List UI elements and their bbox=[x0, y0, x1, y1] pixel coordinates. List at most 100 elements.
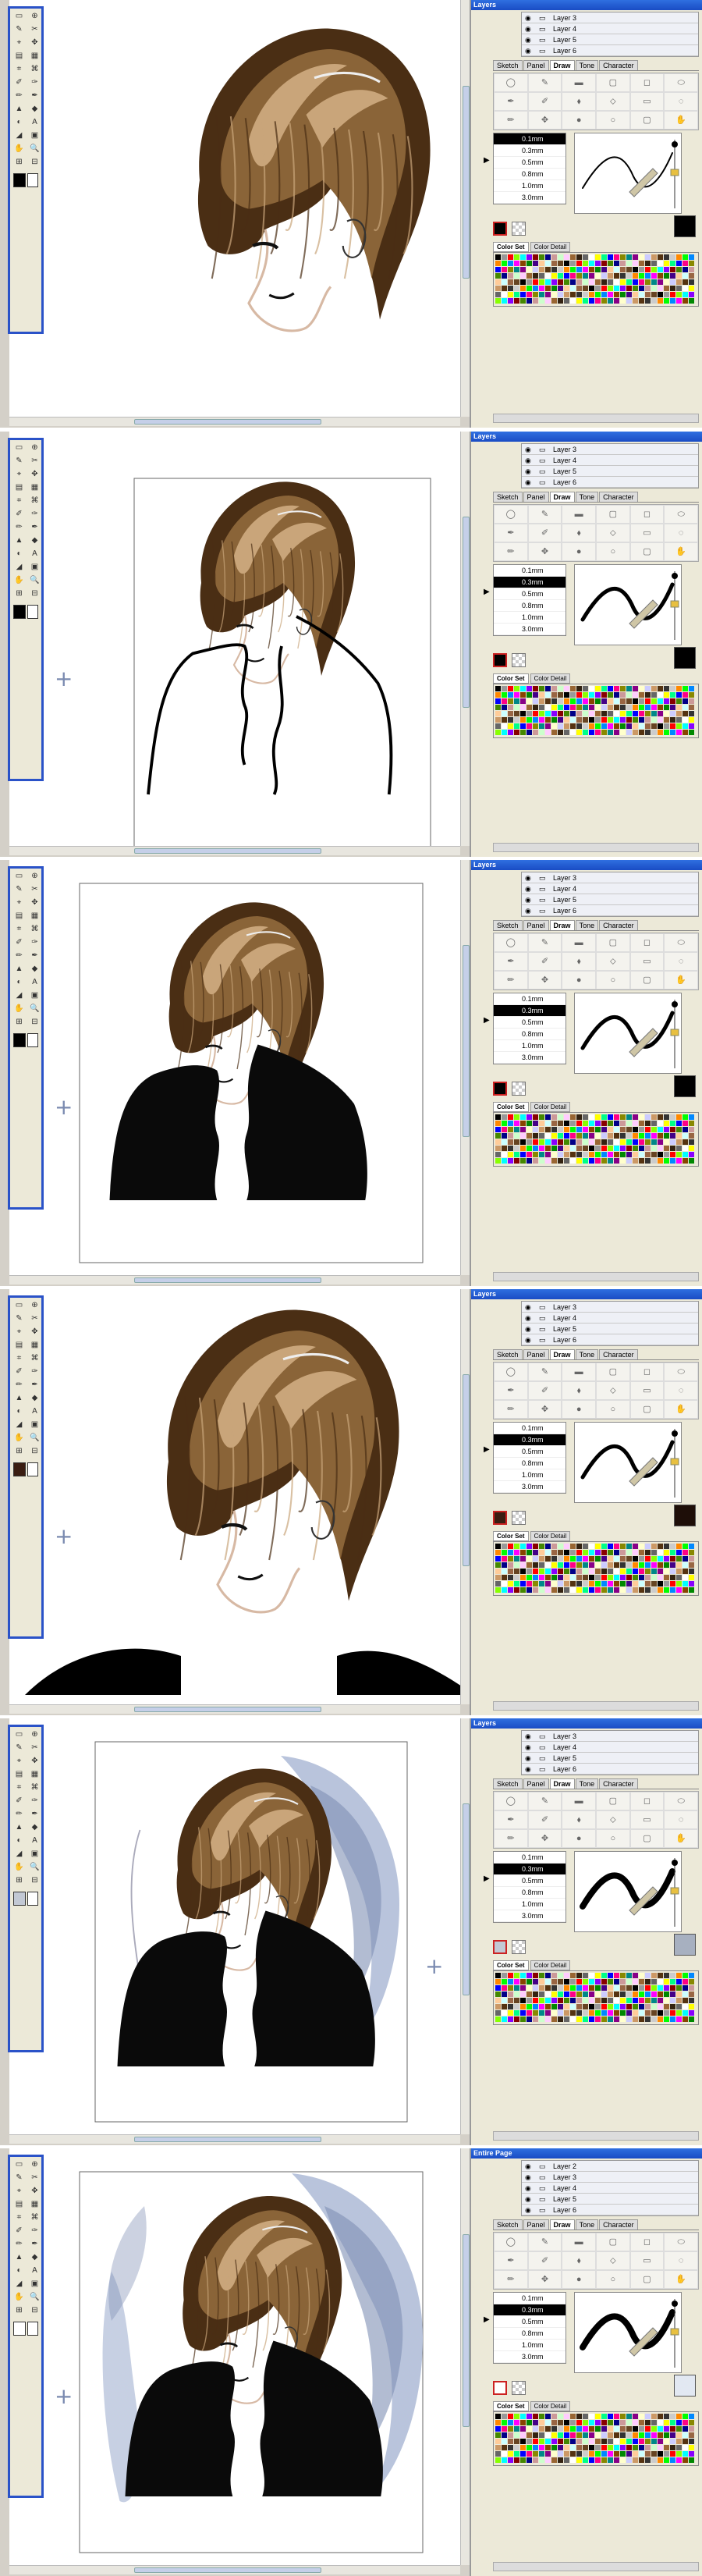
tool-21-icon[interactable]: ✋ bbox=[12, 1003, 27, 1015]
brush-size-item[interactable]: 0.5mm bbox=[494, 157, 566, 169]
tab-draw[interactable]: Draw bbox=[549, 1778, 575, 1789]
tool-22-icon[interactable]: 🔍 bbox=[27, 143, 42, 155]
tool-6-icon[interactable]: ✥ bbox=[27, 2185, 42, 2198]
brush-size-item[interactable]: 0.3mm bbox=[494, 145, 566, 157]
brush-4-icon[interactable]: ▢ bbox=[596, 2233, 630, 2251]
transparent-color-swatch[interactable] bbox=[512, 1940, 526, 1954]
brush-5-icon[interactable]: ◻ bbox=[629, 1363, 665, 1381]
tool-7-icon[interactable]: ▤ bbox=[12, 481, 27, 494]
brush-14-icon[interactable]: ✥ bbox=[527, 1400, 562, 1419]
tab-sketch[interactable]: Sketch bbox=[493, 2219, 523, 2230]
brush-size-item[interactable]: 0.3mm bbox=[494, 1864, 566, 1875]
foreground-color-swatch[interactable] bbox=[13, 605, 26, 619]
tool-17-icon[interactable]: ◐ bbox=[12, 116, 27, 129]
transparent-color-swatch[interactable] bbox=[512, 1511, 526, 1525]
scroll-thumb[interactable] bbox=[134, 848, 321, 854]
brush-size-item[interactable]: 0.5mm bbox=[494, 1875, 566, 1887]
tool-4-icon[interactable]: ✂ bbox=[27, 2172, 42, 2184]
eye-icon[interactable]: ◉ bbox=[525, 2183, 531, 2194]
tab-panel[interactable]: Panel bbox=[523, 920, 549, 930]
tool-1-icon[interactable]: ▭ bbox=[12, 10, 27, 23]
tab-tone[interactable]: Tone bbox=[575, 920, 599, 930]
brush-7-icon[interactable]: ✒ bbox=[494, 524, 528, 542]
scroll-thumb[interactable] bbox=[463, 1374, 470, 1566]
layer-row[interactable]: ◉ ▭ Layer 6 bbox=[522, 2205, 698, 2215]
panel-scrollbar[interactable] bbox=[493, 414, 699, 423]
brush-7-icon[interactable]: ✒ bbox=[494, 1810, 528, 1829]
scroll-thumb[interactable] bbox=[463, 517, 470, 708]
eye-icon[interactable]: ◉ bbox=[525, 34, 531, 45]
brush-17-icon[interactable]: ▢ bbox=[629, 542, 665, 561]
foreground-color-swatch[interactable] bbox=[13, 173, 26, 187]
tool-17-icon[interactable]: ◐ bbox=[12, 1405, 27, 1418]
tool-8-icon[interactable]: ▦ bbox=[27, 50, 42, 62]
tool-4-icon[interactable]: ✂ bbox=[27, 23, 42, 36]
layer-list[interactable]: ◉ ▭ Layer 3 ◉ ▭ Layer 4 ◉ ▭ Layer 5 ◉ ▭ Layer 6 bbox=[521, 1301, 699, 1346]
tool-8-icon[interactable]: ▦ bbox=[27, 2198, 42, 2211]
tool-2-icon[interactable]: ⊕ bbox=[27, 10, 42, 23]
eye-icon[interactable]: ◉ bbox=[525, 455, 531, 466]
brush-3-icon[interactable]: ▬ bbox=[562, 1363, 596, 1381]
background-color-swatch[interactable] bbox=[27, 1033, 38, 1047]
tool-21-icon[interactable]: ✋ bbox=[12, 143, 27, 155]
eye-icon[interactable]: ◉ bbox=[525, 1324, 531, 1334]
brush-3-icon[interactable]: ▬ bbox=[562, 505, 596, 524]
scroll-thumb[interactable] bbox=[463, 86, 470, 279]
color-palette[interactable] bbox=[493, 2411, 699, 2466]
tab-character[interactable]: Character bbox=[599, 1778, 638, 1789]
brush-size-list[interactable]: 0.1mm 0.3mm 0.5mm 0.8mm 1.0mm 3.0mm bbox=[493, 1422, 566, 1494]
brush-size-item[interactable]: 0.8mm bbox=[494, 1029, 566, 1040]
brush-10-icon[interactable]: ⬦ bbox=[596, 92, 630, 111]
tool-17-icon[interactable]: ◐ bbox=[12, 976, 27, 989]
tool-21-icon[interactable]: ✋ bbox=[12, 574, 27, 587]
brush-size-item[interactable]: 3.0mm bbox=[494, 1910, 566, 1922]
eye-icon[interactable]: ◉ bbox=[525, 2194, 531, 2205]
tool-12-icon[interactable]: ✑ bbox=[27, 76, 42, 89]
eye-icon[interactable]: ◉ bbox=[525, 444, 531, 455]
canvas-area[interactable] bbox=[9, 432, 474, 846]
brush-9-icon[interactable]: ⬧ bbox=[562, 1381, 596, 1400]
tool-10-icon[interactable]: ⌘ bbox=[27, 1782, 42, 1794]
tool-22-icon[interactable]: 🔍 bbox=[27, 1003, 42, 1015]
brush-10-icon[interactable]: ⬦ bbox=[596, 952, 630, 971]
brush-6-icon[interactable]: ⬭ bbox=[664, 1363, 698, 1381]
brush-size-item[interactable]: 0.8mm bbox=[494, 1458, 566, 1469]
scroll-thumb[interactable] bbox=[134, 2567, 321, 2573]
tool-20-icon[interactable]: ▣ bbox=[27, 1848, 42, 1860]
tab-draw[interactable]: Draw bbox=[549, 60, 575, 70]
panel-scrollbar[interactable] bbox=[493, 2562, 699, 2571]
tab-draw[interactable]: Draw bbox=[549, 2219, 575, 2230]
brush-size-item[interactable]: 0.5mm bbox=[494, 1017, 566, 1029]
brush-2-icon[interactable]: ✎ bbox=[527, 1792, 562, 1810]
tool-23-icon[interactable]: ⊞ bbox=[12, 156, 27, 169]
scroll-thumb[interactable] bbox=[134, 419, 321, 425]
tab-color-set[interactable]: Color Set bbox=[493, 1531, 529, 1541]
brush-size-item[interactable]: 0.5mm bbox=[494, 1446, 566, 1458]
eye-icon[interactable]: ◉ bbox=[525, 2161, 531, 2172]
tool-21-icon[interactable]: ✋ bbox=[12, 1432, 27, 1444]
brush-size-item[interactable]: 1.0mm bbox=[494, 1040, 566, 1052]
tool-19-icon[interactable]: ◢ bbox=[12, 1419, 27, 1431]
brush-15-icon[interactable]: ● bbox=[562, 1829, 596, 1848]
tool-24-icon[interactable]: ⊟ bbox=[27, 588, 42, 600]
brush-7-icon[interactable]: ✒ bbox=[494, 1381, 528, 1400]
tab-draw[interactable]: Draw bbox=[549, 920, 575, 930]
tab-tone[interactable]: Tone bbox=[575, 1778, 599, 1789]
brush-size-list[interactable]: 0.1mm 0.3mm 0.5mm 0.8mm 1.0mm 3.0mm bbox=[493, 993, 566, 1064]
tool-13-icon[interactable]: ✏ bbox=[12, 2238, 27, 2251]
brush-size-item[interactable]: 0.8mm bbox=[494, 1887, 566, 1899]
tool-5-icon[interactable]: ⌖ bbox=[12, 897, 27, 909]
transparent-color-swatch[interactable] bbox=[512, 2381, 526, 2395]
tool-18-icon[interactable]: A bbox=[27, 2265, 42, 2277]
layer-list[interactable]: ◉ ▭ Layer 3 ◉ ▭ Layer 4 ◉ ▭ Layer 5 ◉ ▭ Layer 6 bbox=[521, 12, 699, 57]
layer-row[interactable]: ◉ ▭ Layer 5 bbox=[522, 34, 698, 45]
tool-6-icon[interactable]: ✥ bbox=[27, 468, 42, 481]
tool-12-icon[interactable]: ✑ bbox=[27, 1795, 42, 1807]
brush-5-icon[interactable]: ◻ bbox=[629, 2233, 665, 2251]
layer-list[interactable]: ◉ ▭ Layer 3 ◉ ▭ Layer 4 ◉ ▭ Layer 5 ◉ ▭ Layer 6 bbox=[521, 443, 699, 489]
eye-icon[interactable]: ◉ bbox=[525, 894, 531, 905]
brush-17-icon[interactable]: ▢ bbox=[629, 111, 665, 130]
tab-draw[interactable]: Draw bbox=[549, 492, 575, 502]
tab-sketch[interactable]: Sketch bbox=[493, 920, 523, 930]
brush-16-icon[interactable]: ○ bbox=[596, 1400, 630, 1419]
